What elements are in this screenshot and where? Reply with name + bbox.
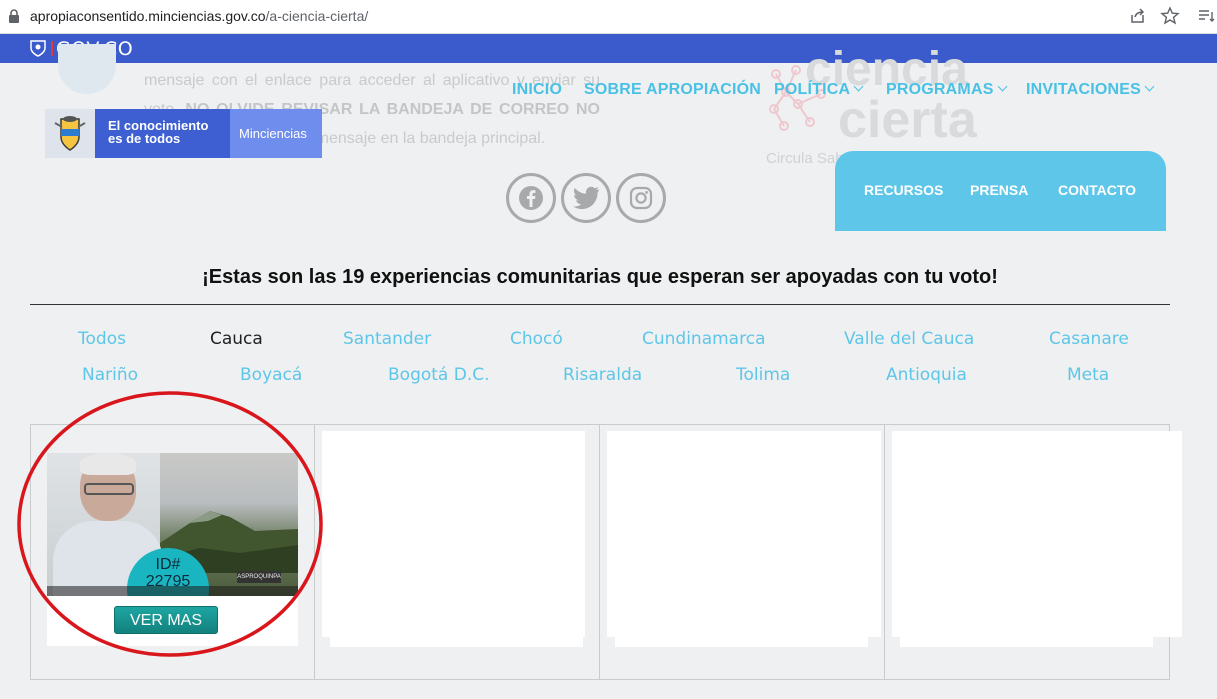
- filter-tolima[interactable]: Tolima: [736, 365, 790, 385]
- url-text[interactable]: apropiaconsentido.minciencias.gov.co/a-c…: [30, 8, 368, 24]
- lock-icon: [9, 9, 19, 23]
- nav-prensa[interactable]: PRENSA: [970, 182, 1028, 198]
- logo-tagline: El conocimiento es de todos: [95, 109, 230, 158]
- gov-co-bar: GOV.CO: [0, 34, 1217, 63]
- nav-programas[interactable]: PROGRAMAS: [886, 81, 1008, 99]
- filter-cauca[interactable]: Cauca: [210, 329, 263, 349]
- filter-meta[interactable]: Meta: [1067, 365, 1109, 385]
- filter-casanare[interactable]: Casanare: [1049, 329, 1129, 349]
- gov-separator: [51, 41, 53, 56]
- instagram-icon[interactable]: [616, 173, 666, 223]
- grid-divider: [599, 424, 600, 680]
- experience-card-blank: [607, 431, 881, 637]
- filter-boyaca[interactable]: Boyacá: [240, 365, 302, 385]
- chevron-down-icon: [853, 81, 864, 92]
- annotation-ellipse: [17, 391, 323, 657]
- headline-divider: [30, 304, 1170, 305]
- nav-politica-label: POLÍTICA: [774, 81, 851, 98]
- cierta-logo-text: cierta: [838, 91, 977, 149]
- experience-card-blank: [322, 431, 585, 637]
- filter-risaralda[interactable]: Risaralda: [563, 365, 642, 385]
- card-blank-footer: [900, 637, 1153, 647]
- nav-politica[interactable]: POLÍTICA: [774, 81, 864, 99]
- nav-programas-label: PROGRAMAS: [886, 81, 994, 98]
- filter-valle-del-cauca[interactable]: Valle del Cauca: [844, 329, 974, 349]
- colombia-shield-icon: [45, 109, 95, 158]
- chevron-down-icon: [1144, 81, 1155, 92]
- twitter-icon[interactable]: [561, 173, 611, 223]
- reading-list-icon[interactable]: [1197, 6, 1217, 26]
- filter-bogota[interactable]: Bogotá D.C.: [388, 365, 490, 385]
- nav-inicio[interactable]: INICIO: [512, 81, 562, 99]
- site-logo[interactable]: El conocimiento es de todos Minciencias: [45, 109, 322, 158]
- secondary-nav: RECURSOS PRENSA CONTACTO: [835, 151, 1166, 231]
- card-blank-footer: [330, 637, 583, 647]
- gov-shield-icon: [30, 40, 46, 57]
- url-host: apropiaconsentido.minciencias.gov.co: [30, 8, 266, 24]
- filter-narino[interactable]: Nariño: [82, 365, 138, 385]
- nav-contacto[interactable]: CONTACTO: [1058, 182, 1136, 198]
- browser-address-bar[interactable]: apropiaconsentido.minciencias.gov.co/a-c…: [0, 0, 1217, 34]
- circula-tagline: Circula Sab: [766, 150, 844, 167]
- share-icon[interactable]: [1128, 6, 1148, 26]
- filter-antioquia[interactable]: Antioquia: [886, 365, 967, 385]
- filter-todos[interactable]: Todos: [78, 329, 126, 349]
- filter-santander[interactable]: Santander: [343, 329, 431, 349]
- url-path: /a-ciencia-cierta/: [265, 8, 369, 24]
- nav-invitaciones-label: INVITACIONES: [1026, 81, 1142, 98]
- experience-card-blank: [892, 431, 1182, 637]
- nav-recursos[interactable]: RECURSOS: [864, 182, 943, 198]
- chevron-down-icon: [997, 81, 1008, 92]
- background-step-badge: [58, 44, 116, 94]
- filter-choco[interactable]: Chocó: [510, 329, 563, 349]
- filter-cundinamarca[interactable]: Cundinamarca: [642, 329, 765, 349]
- logo-brand: Minciencias: [230, 109, 322, 158]
- facebook-icon[interactable]: [506, 173, 556, 223]
- page-headline: ¡Estas son las 19 experiencias comunitar…: [202, 266, 998, 288]
- nav-invitaciones[interactable]: INVITACIONES: [1026, 81, 1155, 99]
- card-blank-footer: [615, 637, 868, 647]
- grid-divider: [884, 424, 885, 680]
- nav-sobre-apropiacion[interactable]: SOBRE APROPIACIÓN: [584, 81, 761, 99]
- logo-tagline-line2: es de todos: [108, 131, 181, 146]
- star-icon[interactable]: [1160, 6, 1180, 26]
